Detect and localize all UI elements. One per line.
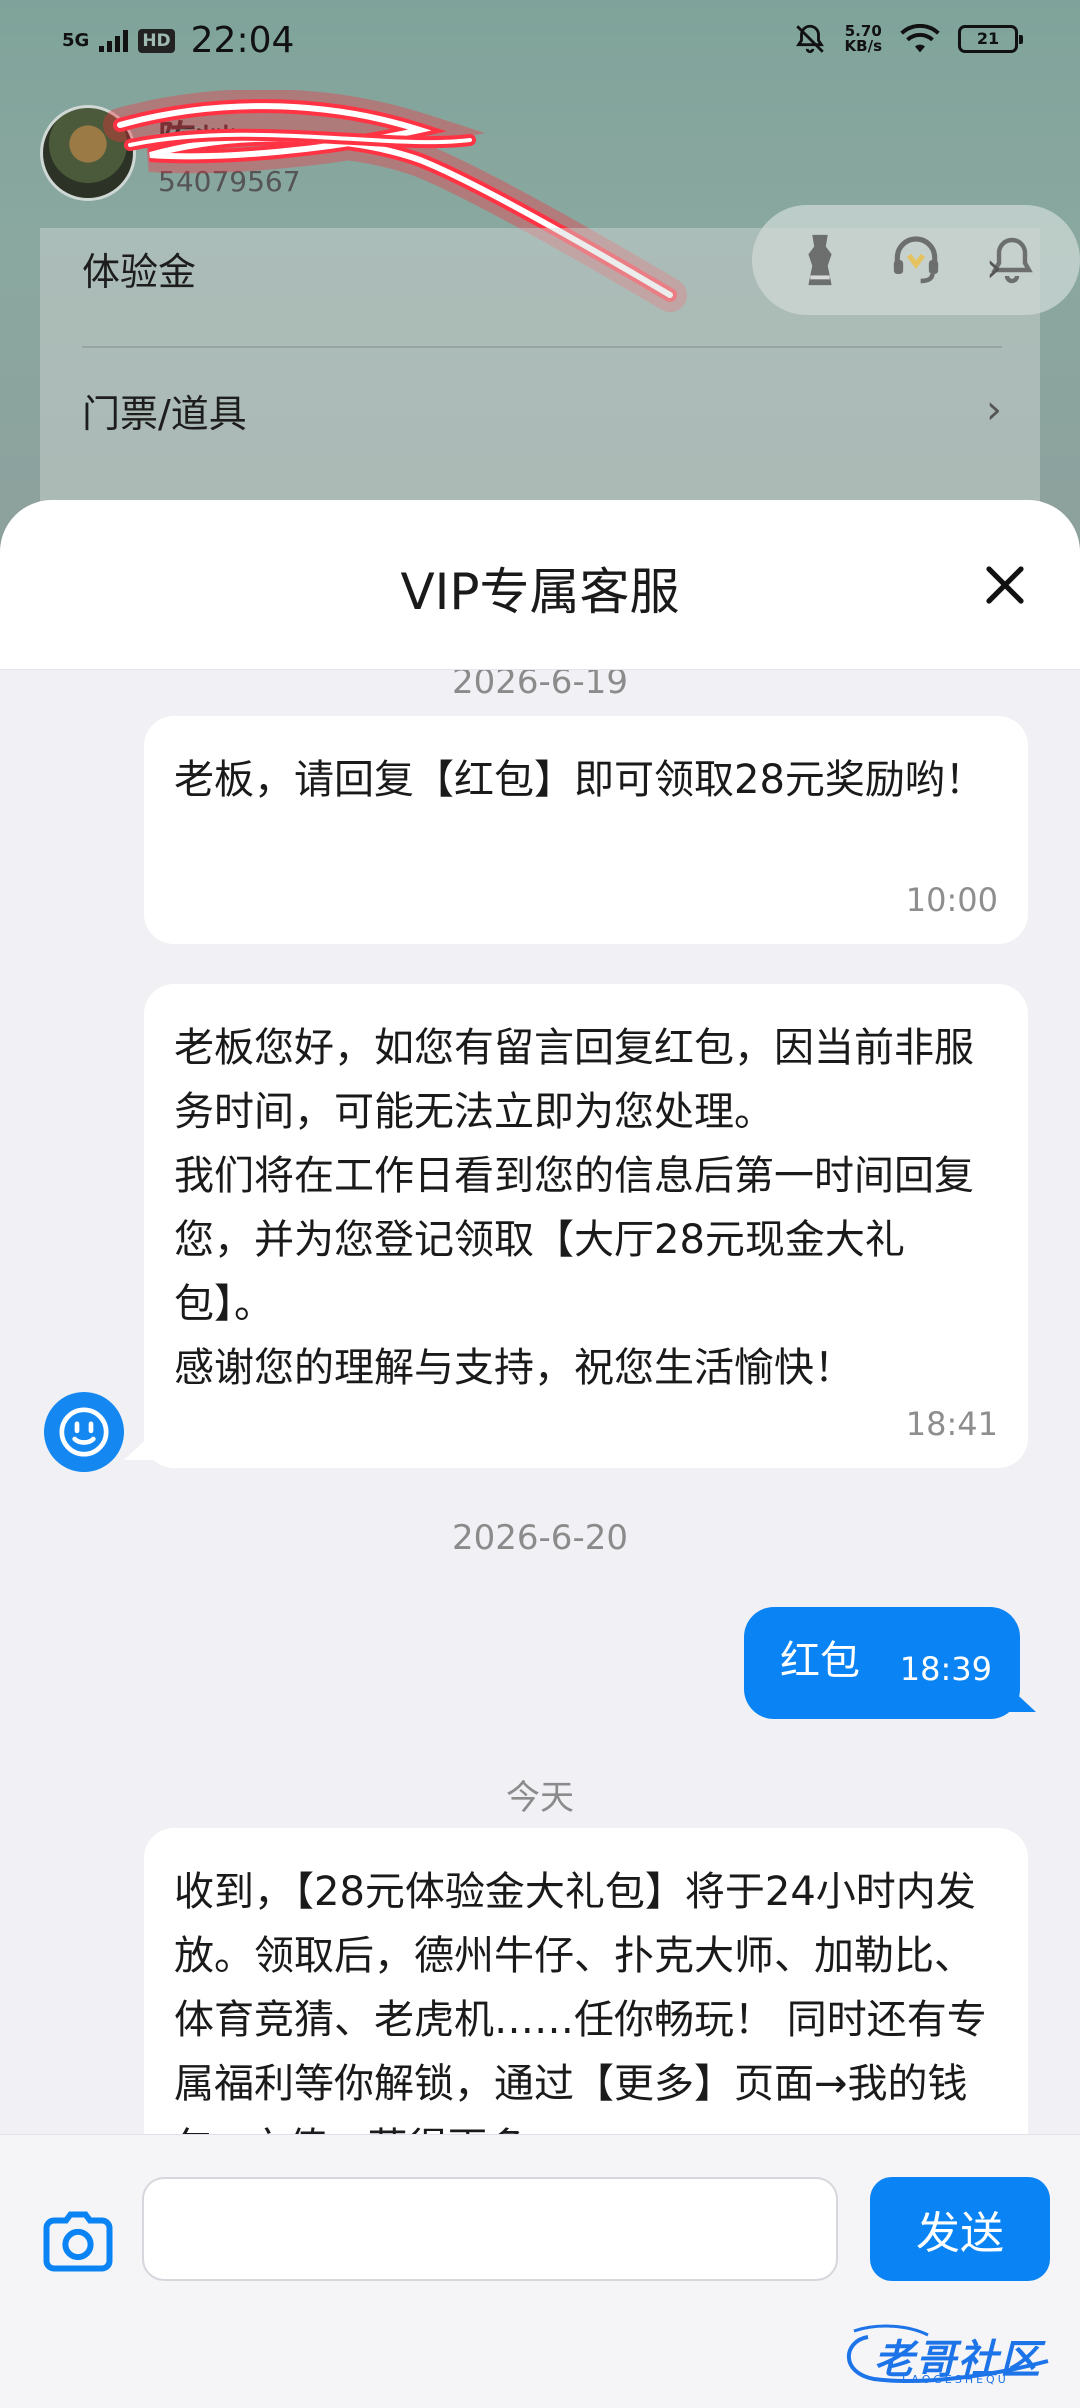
message-text: 收到，【28元体验金大礼包】将于24小时内发放。领取后，德州牛仔、扑克大师、加勒… [174, 1869, 987, 2134]
menu-item-label: 体验金 [82, 249, 197, 294]
menu-item-trial-fund[interactable]: 体验金 › [82, 188, 1002, 348]
input-bar: 发送 老哥社区 LAOGESHEQU [0, 2134, 1080, 2408]
chevron-right-icon: › [986, 387, 1002, 433]
date-separator: 今天 [506, 1778, 574, 1818]
bubble-tail [124, 1432, 154, 1460]
vip-chat-sheet: VIP专属客服 2026-6-19 老板，请回复【红包】即可领取28元奖励哟！ … [0, 500, 1080, 2408]
message-input[interactable] [142, 2177, 838, 2281]
agent-avatar[interactable] [44, 1392, 124, 1472]
battery-indicator: 21 [958, 25, 1023, 53]
status-bar: 5G HD 22:04 5.70 KB/s 21 [0, 0, 1080, 80]
watermark-subtext: LAOGESHEQU [902, 2373, 1009, 2386]
chat-title: VIP专属客服 [400, 563, 680, 621]
status-right: 5.70 KB/s 21 [793, 22, 1023, 56]
wifi-icon [900, 24, 940, 53]
watermark-logo: 老哥社区 LAOGESHEQU [838, 2321, 1064, 2391]
message-text: 老板您好，如您有留言回复红包，因当前非服务时间，可能无法立即为您处理。 我们将在… [174, 1025, 974, 1391]
close-icon [986, 566, 1024, 604]
message-time: 18:41 [905, 1405, 998, 1443]
chat-message-list[interactable]: 2026-6-19 老板，请回复【红包】即可领取28元奖励哟！ 10:00 老板… [0, 670, 1080, 2134]
bubble-tail [1008, 1686, 1036, 1712]
network-type: 5G [62, 29, 90, 51]
date-separator: 2026-6-20 [452, 1518, 628, 1558]
date-separator: 2026-6-19 [452, 670, 628, 702]
camera-icon [43, 2211, 113, 2272]
send-button[interactable]: 发送 [870, 2177, 1050, 2281]
clock: 22:04 [190, 20, 295, 61]
hd-badge: HD [138, 28, 175, 53]
message-time: 18:39 [899, 1650, 992, 1688]
message-text: 老板，请回复【红包】即可领取28元奖励哟！ [174, 757, 985, 803]
agent-message: 老板，请回复【红包】即可领取28元奖励哟！ 10:00 [144, 716, 1028, 944]
close-button[interactable] [970, 550, 1040, 620]
agent-message: 收到，【28元体验金大礼包】将于24小时内发放。领取后，德州牛仔、扑克大师、加勒… [144, 1828, 1028, 2134]
signal-icon [99, 29, 129, 52]
divider [82, 346, 1002, 348]
sheet-header: VIP专属客服 [0, 500, 1080, 670]
menu-item-tickets[interactable]: 门票/道具 › [82, 350, 1002, 470]
status-left: 5G HD 22:04 [62, 20, 294, 61]
chevron-right-icon: › [986, 245, 1002, 291]
mute-bell-icon [795, 24, 824, 54]
camera-button[interactable] [40, 2205, 116, 2281]
user-message: 红包 18:39 [744, 1607, 1020, 1719]
menu-item-label: 门票/道具 [82, 391, 247, 436]
bot-face-icon [59, 1407, 109, 1457]
message-time: 10:00 [905, 881, 998, 919]
speed-unit: KB/s [844, 37, 882, 55]
agent-message: 老板您好，如您有留言回复红包，因当前非服务时间，可能无法立即为您处理。 我们将在… [144, 984, 1028, 1468]
network-speed: 5.70 KB/s [845, 24, 882, 54]
